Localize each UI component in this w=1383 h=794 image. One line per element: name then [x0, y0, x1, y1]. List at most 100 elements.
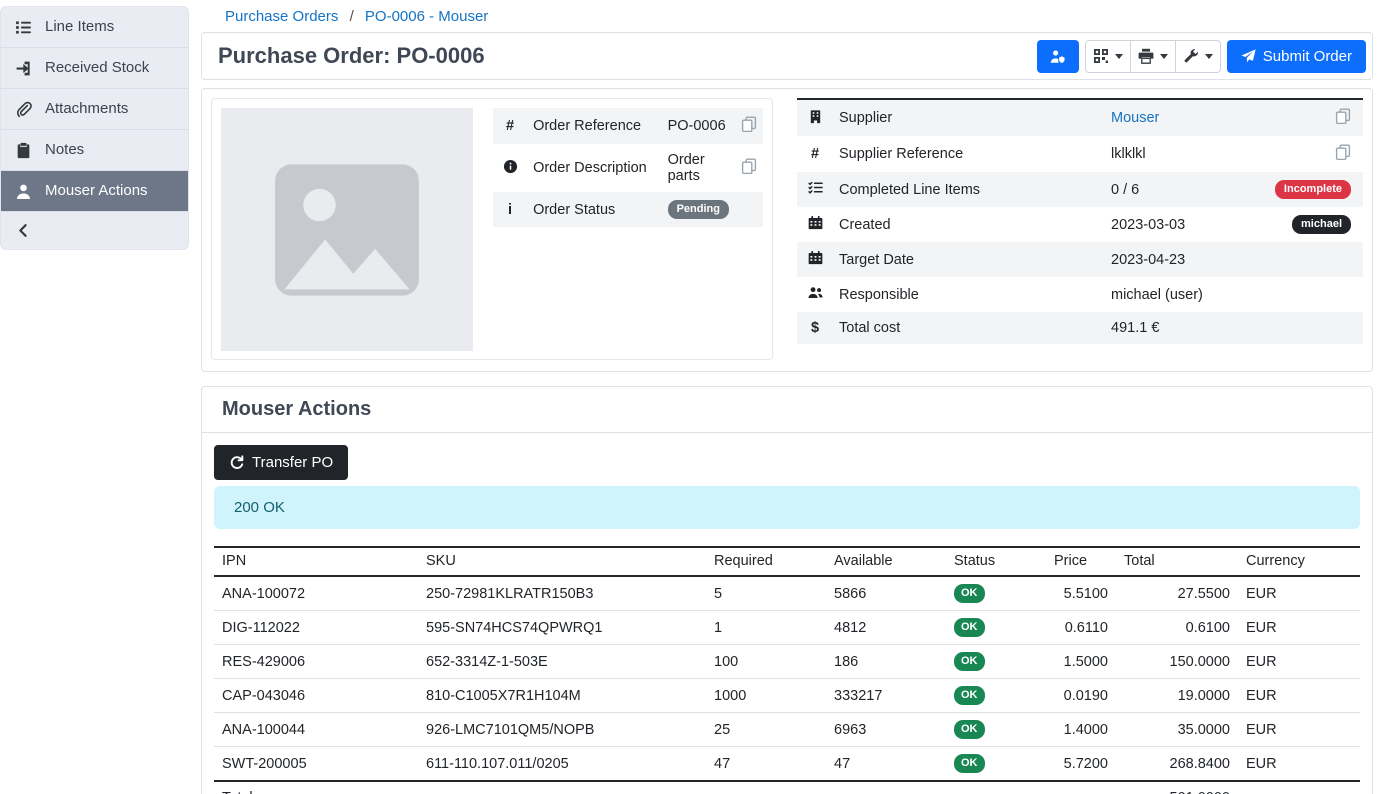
- cell-currency: EUR: [1238, 747, 1360, 782]
- total-cost-row: $ Total cost 491.1 €: [797, 312, 1363, 344]
- page-title: Purchase Order: PO-0006: [218, 43, 485, 69]
- page-titlebar: Purchase Order: PO-0006: [201, 32, 1373, 80]
- hash-icon: #: [493, 108, 527, 144]
- sidebar-collapse-button[interactable]: [1, 212, 188, 249]
- cell-ipn: ANA-100044: [214, 713, 418, 747]
- submit-order-button[interactable]: Submit Order: [1227, 40, 1366, 73]
- cell-available: 47: [826, 747, 946, 782]
- field-value: lklklkl: [1105, 136, 1253, 172]
- field-value: 2023-03-03: [1105, 207, 1253, 242]
- cell-price: 5.5100: [1046, 576, 1116, 611]
- copy-icon[interactable]: [1335, 144, 1351, 160]
- field-label: Completed Line Items: [833, 172, 1105, 207]
- col-header-ipn: IPN: [214, 547, 418, 576]
- cell-price: 1.5000: [1046, 645, 1116, 679]
- paperclip-icon: [15, 101, 32, 118]
- transfer-po-label: Transfer PO: [252, 455, 333, 470]
- order-description-row: Order Description Order parts: [493, 144, 763, 192]
- cell-currency: EUR: [1238, 679, 1360, 713]
- footer-total-value: 501.0000: [1116, 781, 1238, 794]
- info-circle-icon: [503, 159, 518, 174]
- target-date-row: Target Date 2023-04-23: [797, 242, 1363, 277]
- cell-total: 268.8400: [1116, 747, 1238, 782]
- panel-body: Transfer PO 200 OK IPN SKU Required Avai…: [202, 433, 1372, 794]
- order-image-placeholder: [221, 108, 473, 351]
- info-icon: i: [493, 192, 527, 227]
- sidebar-item-line-items[interactable]: Line Items: [1, 7, 188, 48]
- breadcrumb-purchase-orders[interactable]: Purchase Orders: [225, 8, 338, 25]
- sidebar-item-mouser-actions[interactable]: Mouser Actions: [1, 171, 188, 212]
- hash-icon: #: [797, 136, 833, 172]
- print-actions-button[interactable]: [1130, 40, 1176, 73]
- panel-title: Mouser Actions: [202, 387, 1372, 433]
- printer-icon: [1138, 48, 1154, 64]
- cell-ipn: CAP-043046: [214, 679, 418, 713]
- caret-down-icon: [1205, 54, 1213, 59]
- breadcrumb-current-order[interactable]: PO-0006 - Mouser: [365, 8, 488, 25]
- cell-price: 0.6110: [1046, 611, 1116, 645]
- user-badge: michael: [1292, 215, 1351, 234]
- order-details-card: # Order Reference PO-0006 Order Descript…: [201, 88, 1373, 372]
- transfer-po-button[interactable]: Transfer PO: [214, 445, 348, 480]
- cell-sku: 250-72981KLRATR150B3: [418, 576, 706, 611]
- calendar-icon: [808, 250, 823, 265]
- order-actions-button[interactable]: [1175, 40, 1221, 73]
- field-value: Order parts: [662, 144, 735, 192]
- cell-currency: EUR: [1238, 645, 1360, 679]
- order-status-badge: Pending: [668, 200, 729, 219]
- app: Line Items Received Stock Attachments No…: [0, 0, 1383, 794]
- list-check-icon: [808, 180, 823, 195]
- cell-total: 35.0000: [1116, 713, 1238, 747]
- sidebar-item-attachments[interactable]: Attachments: [1, 89, 188, 130]
- table-row: CAP-043046 810-C1005X7R1H104M 1000 33321…: [214, 679, 1360, 713]
- incomplete-badge: Incomplete: [1275, 180, 1351, 199]
- copy-icon[interactable]: [741, 158, 757, 174]
- cell-total: 150.0000: [1116, 645, 1238, 679]
- cell-required: 47: [706, 747, 826, 782]
- breadcrumb-separator: /: [350, 8, 354, 25]
- cell-price: 0.0190: [1046, 679, 1116, 713]
- table-row: ANA-100044 926-LMC7101QM5/NOPB 25 6963 O…: [214, 713, 1360, 747]
- sidebar-item-notes[interactable]: Notes: [1, 130, 188, 171]
- status-ok-badge: OK: [954, 686, 985, 705]
- copy-icon[interactable]: [1335, 108, 1351, 124]
- col-header-status: Status: [946, 547, 1046, 576]
- cell-available: 6963: [826, 713, 946, 747]
- col-header-sku: SKU: [418, 547, 706, 576]
- cell-required: 1000: [706, 679, 826, 713]
- footer-total-label: Total: [214, 781, 418, 794]
- table-row: RES-429006 652-3314Z-1-503E 100 186 OK 1…: [214, 645, 1360, 679]
- col-header-price: Price: [1046, 547, 1116, 576]
- cell-currency: EUR: [1238, 611, 1360, 645]
- table-header-row: IPN SKU Required Available Status Price …: [214, 547, 1360, 576]
- field-value: 0 / 6: [1105, 172, 1253, 207]
- completed-line-items-row: Completed Line Items 0 / 6 Incomplete: [797, 172, 1363, 207]
- building-icon: [808, 109, 823, 124]
- status-ok-badge: OK: [954, 618, 985, 637]
- barcode-actions-button[interactable]: [1085, 40, 1131, 73]
- col-header-currency: Currency: [1238, 547, 1360, 576]
- sidebar-item-received-stock[interactable]: Received Stock: [1, 48, 188, 89]
- cell-total: 0.6100: [1116, 611, 1238, 645]
- toolbar-button-group: [1085, 40, 1221, 73]
- cell-sku: 652-3314Z-1-503E: [418, 645, 706, 679]
- field-value: michael (user): [1105, 277, 1253, 312]
- admin-user-roles-button[interactable]: [1037, 40, 1079, 73]
- copy-icon[interactable]: [741, 116, 757, 132]
- table-row: ANA-100072 250-72981KLRATR150B3 5 5866 O…: [214, 576, 1360, 611]
- cell-total: 19.0000: [1116, 679, 1238, 713]
- status-ok-badge: OK: [954, 652, 985, 671]
- caret-down-icon: [1115, 54, 1123, 59]
- order-attributes-table: Supplier Mouser # Supplier Reference lkl…: [797, 100, 1363, 344]
- supplier-reference-row: # Supplier Reference lklklkl: [797, 136, 1363, 172]
- order-summary-panel: # Order Reference PO-0006 Order Descript…: [211, 98, 773, 360]
- main-content: Purchase Orders / PO-0006 - Mouser Purch…: [195, 0, 1383, 794]
- sidebar: Line Items Received Stock Attachments No…: [0, 0, 195, 794]
- cell-available: 5866: [826, 576, 946, 611]
- cell-price: 1.4000: [1046, 713, 1116, 747]
- field-value: 2023-04-23: [1105, 242, 1253, 277]
- cell-available: 4812: [826, 611, 946, 645]
- image-placeholder-icon: [272, 161, 422, 299]
- table-footer-row: Total 501.0000: [214, 781, 1360, 794]
- supplier-link[interactable]: Mouser: [1111, 110, 1159, 126]
